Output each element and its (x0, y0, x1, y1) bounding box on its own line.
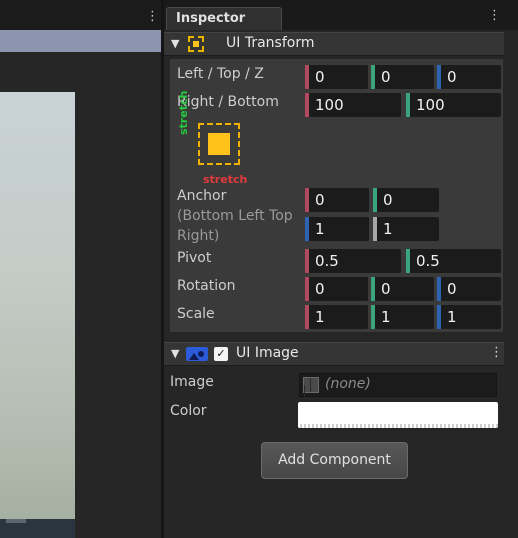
scale-label: Scale (177, 306, 215, 322)
anchor-label: Anchor (177, 188, 227, 204)
pivot-x-field[interactable]: 0.5 (305, 249, 401, 273)
component-enabled-checkbox[interactable]: ✓ (214, 347, 228, 361)
color-swatch[interactable] (298, 402, 498, 428)
image-value: (none) (325, 376, 371, 392)
left-field[interactable]: 0 (305, 65, 368, 89)
ui-image-title: UI Image (236, 345, 299, 361)
add-component-button[interactable]: Add Component (261, 442, 408, 479)
stretch-vertical-label: stretch (177, 90, 190, 135)
rect-transform-icon (188, 36, 204, 52)
scale-z-field[interactable]: 1 (437, 305, 501, 329)
inspector-menu-icon[interactable]: ⋮ (488, 8, 501, 24)
rotation-y-field[interactable]: 0 (371, 277, 434, 301)
scale-y-field[interactable]: 1 (371, 305, 434, 329)
anchor-right-field[interactable]: 1 (373, 217, 439, 241)
rotation-label: Rotation (177, 278, 236, 294)
image-object-field[interactable]: (none) (299, 373, 497, 397)
right-field[interactable]: 100 (305, 93, 401, 117)
pivot-y-field[interactable]: 0.5 (406, 249, 501, 273)
rotation-z-field[interactable]: 0 (437, 277, 501, 301)
rotation-x-field[interactable]: 0 (305, 277, 368, 301)
scene-boat (6, 519, 26, 523)
anchor-preset-button[interactable]: stretch (177, 91, 240, 167)
scene-image (0, 92, 75, 538)
viewport-toolbar (0, 30, 161, 52)
anchor-bottom-field[interactable]: 0 (305, 188, 369, 212)
ui-transform-title: UI Transform (226, 35, 315, 51)
top-field[interactable]: 0 (371, 65, 434, 89)
texture-icon (303, 377, 319, 393)
color-label: Color (170, 403, 207, 419)
image-icon (186, 347, 208, 361)
viewport-menu-icon[interactable]: ⋮ (146, 10, 159, 24)
component-menu-icon[interactable]: ⋮ (490, 345, 503, 360)
scale-x-field[interactable]: 1 (305, 305, 368, 329)
stretch-horizontal-label: stretch (203, 173, 248, 186)
anchor-sublabel-2: Right) (177, 228, 220, 244)
ui-image-header[interactable]: ▼ ✓ UI Image ⋮ (164, 342, 504, 366)
image-label: Image (170, 374, 214, 390)
pivot-label: Pivot (177, 250, 212, 266)
anchor-preset-icon (198, 123, 240, 165)
right-bottom-label: Right / Bottom (177, 94, 279, 110)
anchor-top-field[interactable]: 1 (305, 217, 369, 241)
z-field[interactable]: 0 (437, 65, 501, 89)
bottom-field[interactable]: 100 (406, 93, 501, 117)
ui-transform-header[interactable]: ▼ UI Transform (164, 32, 504, 56)
anchor-left-field[interactable]: 0 (373, 188, 439, 212)
collapse-arrow-icon[interactable]: ▼ (171, 37, 179, 50)
tab-inspector[interactable]: Inspector (166, 7, 282, 30)
anchor-sublabel: (Bottom Left Top (177, 208, 293, 224)
inspector-panel: Inspector ⋮ ▼ UI Transform Left / Top / … (164, 0, 518, 538)
scene-viewport[interactable]: ⋮ (0, 0, 161, 538)
collapse-arrow-icon[interactable]: ▼ (171, 347, 179, 360)
viewport-tab-bar (0, 0, 161, 30)
left-top-z-label: Left / Top / Z (177, 66, 264, 82)
inspector-scrollbar[interactable] (505, 30, 518, 538)
color-alpha-bar (298, 424, 498, 428)
inspector-tab-bar: Inspector ⋮ (164, 0, 518, 30)
